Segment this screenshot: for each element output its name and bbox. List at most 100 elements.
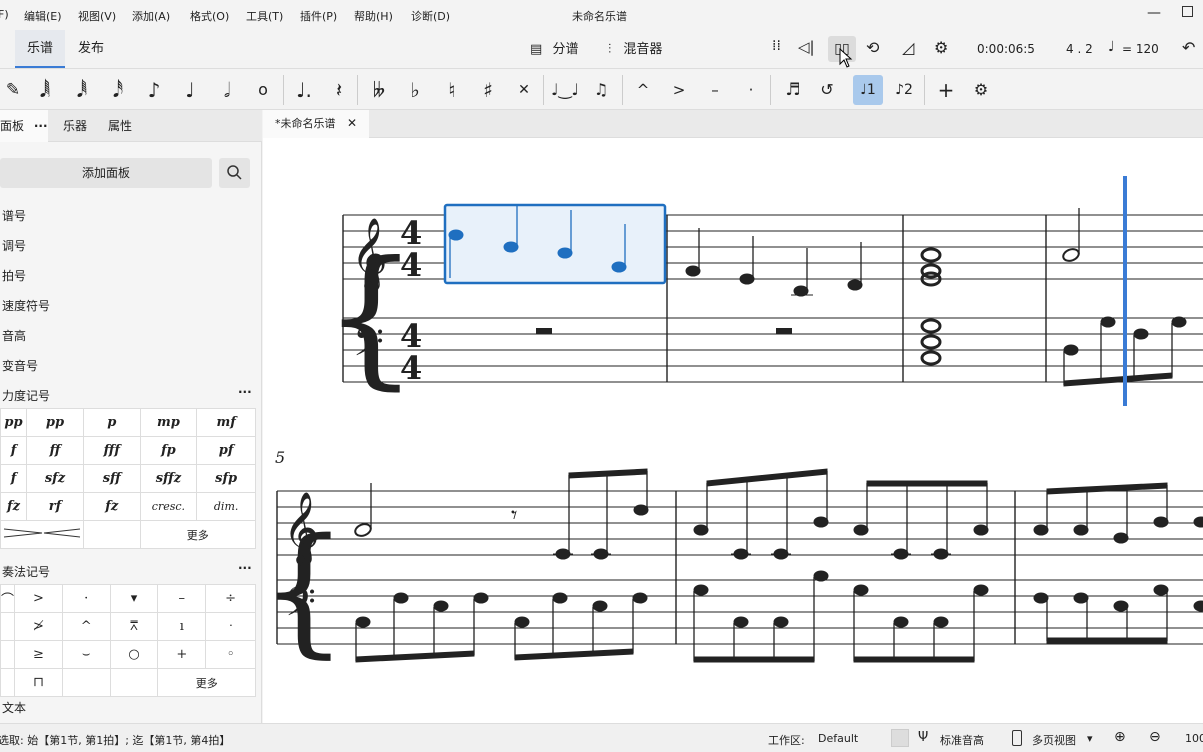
dynamic-cell[interactable]: pp — [0, 408, 27, 437]
marcato-icon[interactable]: ^ — [628, 75, 658, 105]
close-tab-icon[interactable]: ✕ — [347, 116, 357, 130]
playback-settings-icon[interactable]: ⚙ — [934, 38, 948, 57]
palette-text-header[interactable]: 文本 — [2, 699, 26, 716]
palette-clefs[interactable]: 谱号 — [2, 207, 26, 224]
dynamic-cell[interactable]: ff — [25, 436, 84, 465]
whole-note-icon[interactable]: o — [248, 75, 278, 105]
add-palette-button[interactable]: 添加面板 — [0, 158, 212, 188]
note-input-pen-icon[interactable]: ✎ — [0, 75, 28, 105]
tab-publish[interactable]: 发布 — [66, 30, 116, 68]
articulations-more-button[interactable]: 更多 — [157, 668, 256, 697]
articulation-cell[interactable]: + — [157, 640, 207, 669]
double-sharp-icon[interactable]: ✕ — [509, 75, 539, 105]
articulation-cell[interactable]: ⩞ — [109, 612, 159, 641]
mixer-button[interactable]: ⫶ 混音器 — [608, 38, 662, 57]
articulation-cell[interactable] — [109, 668, 159, 697]
palette-accidentals[interactable]: 变音号 — [2, 357, 38, 374]
palette-pitch[interactable]: 音高 — [2, 327, 26, 344]
palette-tempo[interactable]: 速度符号 — [2, 297, 50, 314]
menu-view[interactable]: 视图(V) — [78, 8, 116, 24]
toolbar-settings-icon[interactable]: ⚙ — [966, 75, 996, 105]
zoom-out-icon[interactable]: ⊖ — [1149, 729, 1161, 745]
articulation-cell[interactable]: ≯ — [14, 612, 63, 641]
menu-edit[interactable]: 编辑(E) — [24, 8, 62, 24]
articulation-cell[interactable]: ▾ — [109, 584, 159, 613]
concert-pitch-label[interactable]: 标准音高 — [940, 732, 984, 748]
articulation-cell[interactable]: > — [14, 584, 63, 613]
palette-tab-menu-icon[interactable]: ··· — [34, 119, 48, 133]
tab-home[interactable] — [0, 30, 12, 68]
flip-direction-icon[interactable]: ↺ — [812, 75, 842, 105]
flat-icon[interactable]: ♭ — [400, 75, 430, 105]
natural-icon[interactable]: ♮ — [437, 75, 467, 105]
dynamic-cell[interactable]: sff — [82, 464, 141, 493]
dynamic-cell[interactable]: f — [0, 464, 27, 493]
add-icon[interactable]: + — [931, 75, 961, 105]
palette-dynamics-header[interactable]: 力度记号 — [2, 387, 50, 404]
dynamic-cell[interactable]: sfz — [25, 464, 84, 493]
quarter-note-button-icon[interactable]: ♩ — [175, 75, 205, 105]
articulation-cell[interactable] — [0, 668, 16, 697]
dynamic-cell[interactable]: fp — [139, 436, 198, 465]
articulation-cell[interactable]: ᐧ — [205, 612, 256, 641]
menu-add[interactable]: 添加(A) — [132, 8, 170, 24]
minimize-icon[interactable]: — — [1147, 5, 1161, 21]
accent-icon[interactable]: > — [664, 75, 694, 105]
articulation-cell[interactable] — [0, 640, 16, 669]
palette-search-button[interactable] — [219, 158, 250, 188]
menu-diagnostic[interactable]: 诊断(D) — [411, 8, 450, 24]
dynamic-cell[interactable]: sffz — [139, 464, 198, 493]
tie-icon[interactable]: ♩‿♩ — [550, 75, 580, 105]
undo-icon[interactable]: ↶ — [1182, 38, 1195, 57]
dynamic-cell[interactable]: fff — [82, 436, 141, 465]
dynamic-cell[interactable]: pf — [196, 436, 256, 465]
hairpin-cell[interactable] — [0, 520, 84, 549]
maximize-icon[interactable] — [1182, 6, 1193, 17]
voice-2-icon[interactable]: ♪2 — [889, 75, 919, 105]
tab-score[interactable]: 乐谱 — [15, 30, 66, 68]
articulation-cell[interactable] — [0, 612, 16, 641]
articulation-cell[interactable]: ı — [157, 612, 207, 641]
loop-icon[interactable]: ⟲ — [866, 38, 879, 57]
dynamic-cell[interactable]: fz — [82, 492, 141, 521]
articulation-cell[interactable]: ^ — [61, 612, 111, 641]
dynamics-more-button[interactable]: 更多 — [139, 520, 257, 549]
staccato-icon[interactable]: · — [736, 75, 766, 105]
half-note-icon[interactable]: 𝅗𝅥 — [212, 75, 242, 105]
tenuto-icon[interactable]: – — [700, 75, 730, 105]
menu-file[interactable]: F) — [0, 8, 9, 21]
workspace-selector[interactable]: Default — [818, 732, 858, 745]
articulation-cell[interactable]: ○ — [109, 640, 159, 669]
palette-key-signatures[interactable]: 调号 — [2, 237, 26, 254]
tab-palettes[interactable]: 面板 ··· — [0, 110, 48, 142]
articulation-cell[interactable]: – — [157, 584, 207, 613]
menu-format[interactable]: 格式(O) — [190, 8, 229, 24]
articulation-cell[interactable]: ⌣ — [61, 640, 111, 669]
palette-articulations-header[interactable]: 奏法记号 — [2, 563, 50, 580]
dynamic-cell[interactable]: cresc. — [139, 492, 198, 521]
palette-time-signatures[interactable]: 拍号 — [2, 267, 26, 284]
articulation-cell[interactable]: ÷ — [205, 584, 256, 613]
articulation-cell[interactable]: ⊓ — [14, 668, 63, 697]
menu-tools[interactable]: 工具(T) — [246, 8, 283, 24]
articulation-cell[interactable]: ◦ — [205, 640, 256, 669]
articulation-cell[interactable]: ⌒ — [0, 584, 16, 613]
dynamic-cell[interactable]: f — [0, 436, 27, 465]
dynamic-cell[interactable]: fz — [0, 492, 27, 521]
rewind-icon[interactable]: ◁| — [798, 38, 815, 56]
articulations-menu-icon[interactable]: ··· — [238, 561, 252, 575]
menu-plugins[interactable]: 插件(P) — [300, 8, 337, 24]
eighth-note-icon[interactable]: ♪ — [139, 75, 169, 105]
dynamic-cell[interactable]: mf — [196, 408, 256, 437]
score-canvas[interactable]: { { 𝄞 𝄢 𝄞 𝄢 44 44 5 𝄾 — [263, 138, 1203, 723]
zoom-level[interactable]: 100 — [1185, 732, 1203, 745]
32nd-note-icon[interactable]: 𝅘𝅥𝅱 — [67, 75, 97, 105]
articulation-cell[interactable]: · — [61, 584, 111, 613]
tuplet-icon[interactable]: ♬ — [778, 75, 808, 105]
dynamics-menu-icon[interactable]: ··· — [238, 385, 252, 399]
sharp-icon[interactable]: ♯ — [473, 75, 503, 105]
dynamic-cell[interactable]: pp — [25, 408, 84, 437]
tab-instruments[interactable]: 乐器 — [63, 110, 87, 142]
voice-1-icon[interactable]: ♩1 — [853, 75, 883, 105]
augmentation-dot-icon[interactable]: ♩. — [289, 75, 319, 105]
